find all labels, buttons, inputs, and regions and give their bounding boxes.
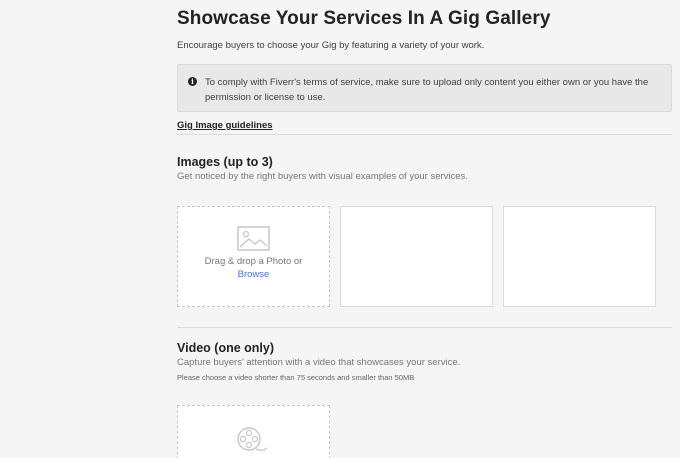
image-slot-3[interactable] <box>503 206 656 307</box>
page-subtitle: Encourage buyers to choose your Gig by f… <box>177 40 485 51</box>
video-size-note: Please choose a video shorter than 75 se… <box>177 373 415 382</box>
info-icon: i <box>188 77 197 86</box>
divider <box>177 134 672 135</box>
gig-gallery-page: Showcase Your Services In A Gig Gallery … <box>0 0 680 458</box>
terms-notice: i To comply with Fiverr's terms of servi… <box>177 64 672 112</box>
drag-drop-text: Drag & drop a Photo or <box>204 256 303 267</box>
images-section-subtitle: Get noticed by the right buyers with vis… <box>177 171 468 182</box>
image-upload-dropzone[interactable]: Drag & drop a Photo or Browse <box>177 206 330 307</box>
video-section-subtitle: Capture buyers' attention with a video t… <box>177 357 461 368</box>
gig-image-guidelines-link[interactable]: Gig Image guidelines <box>177 120 273 131</box>
divider <box>177 327 672 328</box>
photo-icon <box>237 226 270 251</box>
video-section-title: Video (one only) <box>177 341 274 355</box>
video-reel-icon <box>237 427 268 451</box>
page-title: Showcase Your Services In A Gig Gallery <box>177 8 551 29</box>
images-section-title: Images (up to 3) <box>177 155 273 169</box>
video-upload-dropzone[interactable] <box>177 405 330 458</box>
terms-notice-text: To comply with Fiverr's terms of service… <box>205 77 649 103</box>
browse-link[interactable]: Browse <box>178 269 329 280</box>
image-slot-2[interactable] <box>340 206 493 307</box>
